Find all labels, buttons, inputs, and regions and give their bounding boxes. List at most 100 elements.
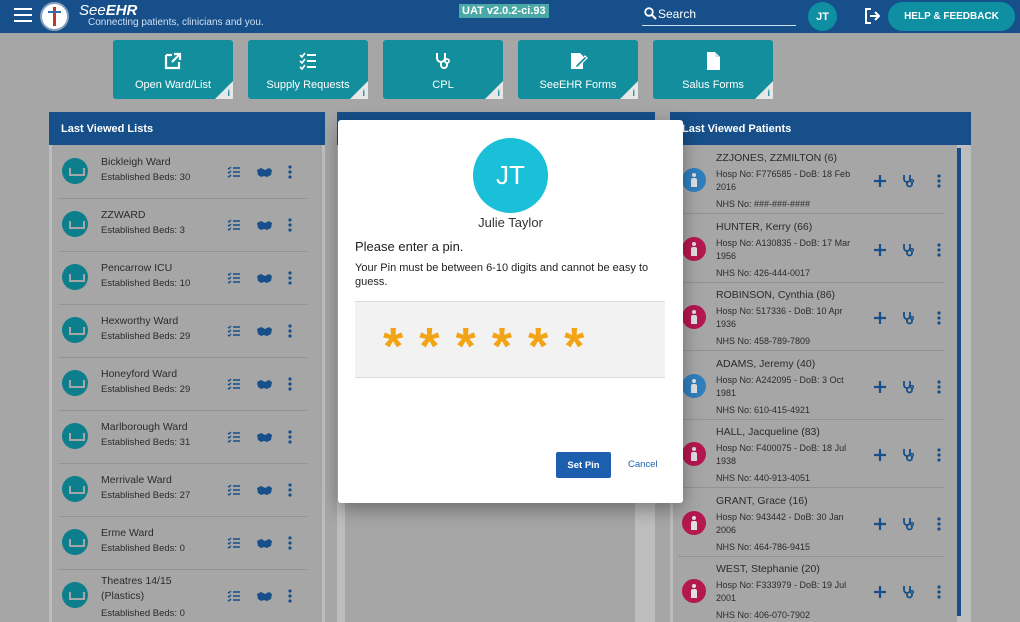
user-avatar[interactable]: JT (808, 2, 837, 31)
more-vert-icon[interactable] (936, 379, 942, 394)
tile-cpl[interactable]: CPL i (383, 40, 503, 99)
ward-list-item[interactable]: Merrivale Ward Established Beds: 27 (59, 465, 307, 517)
stethoscope-icon[interactable] (902, 585, 916, 599)
handover-icon[interactable] (256, 430, 273, 444)
handover-icon[interactable] (256, 377, 273, 391)
cancel-button[interactable]: Cancel (628, 459, 658, 470)
search-box[interactable] (642, 3, 796, 26)
add-icon[interactable] (873, 243, 887, 257)
patient-hosp-dob: Hosp No: F776585 - DoB: 18 Feb 2016 (716, 169, 851, 192)
info-icon[interactable]: i (632, 88, 635, 98)
list-icon[interactable] (227, 218, 241, 232)
info-corner[interactable] (755, 81, 773, 99)
list-icon[interactable] (227, 324, 241, 338)
pin-field[interactable] (355, 301, 665, 378)
tile-seeehr-forms[interactable]: SeeEHR Forms i (518, 40, 638, 99)
pin-input[interactable] (355, 302, 665, 377)
stethoscope-icon[interactable] (902, 174, 916, 188)
stethoscope-icon[interactable] (902, 311, 916, 325)
ward-list-item[interactable]: Marlborough Ward Established Beds: 31 (59, 412, 307, 464)
logout-icon[interactable] (864, 8, 882, 24)
tile-salus-forms[interactable]: Salus Forms i (653, 40, 773, 99)
menu-icon[interactable] (14, 8, 32, 24)
info-icon[interactable]: i (362, 88, 365, 98)
more-vert-icon[interactable] (287, 165, 293, 179)
info-icon[interactable]: i (227, 88, 230, 98)
brand-tagline: Connecting patients, clinicians and you. (88, 17, 264, 28)
handover-icon[interactable] (256, 536, 273, 550)
add-icon[interactable] (873, 311, 887, 325)
tile-supply-requests[interactable]: Supply Requests i (248, 40, 368, 99)
set-pin-button[interactable]: Set Pin (556, 452, 611, 478)
more-vert-icon[interactable] (287, 483, 293, 497)
patient-list-item[interactable]: WEST, Stephanie (20) Hosp No: F333979 - D… (678, 557, 944, 622)
ward-name: Merrivale Ward (101, 474, 172, 486)
patient-list-item[interactable]: ADAMS, Jeremy (40) Hosp No: A242095 - DoB… (678, 352, 944, 420)
add-icon[interactable] (873, 517, 887, 531)
list-icon[interactable] (227, 165, 241, 179)
more-vert-icon[interactable] (287, 589, 293, 603)
add-icon[interactable] (873, 380, 887, 394)
help-feedback-button[interactable]: HELP & FEEDBACK (888, 2, 1015, 31)
add-icon[interactable] (873, 585, 887, 599)
stethoscope-icon (436, 53, 450, 69)
stethoscope-icon[interactable] (902, 448, 916, 462)
patient-list-item[interactable]: ROBINSON, Cynthia (86) Hosp No: 517336 - … (678, 283, 944, 351)
patient-list-item[interactable]: HALL, Jacqueline (83) Hosp No: F400075 - … (678, 420, 944, 488)
stethoscope-icon[interactable] (902, 243, 916, 257)
handover-icon[interactable] (256, 165, 273, 179)
more-vert-icon[interactable] (936, 585, 942, 599)
ward-list-item[interactable]: Hexworthy Ward Established Beds: 29 (59, 306, 307, 358)
list-icon[interactable] (227, 536, 241, 550)
list-icon[interactable] (227, 483, 241, 497)
info-corner[interactable] (620, 81, 638, 99)
add-icon[interactable] (873, 174, 887, 188)
patient-list-item[interactable]: GRANT, Grace (16) Hosp No: 943442 - DoB: … (678, 489, 944, 557)
handover-icon[interactable] (256, 218, 273, 232)
handover-icon[interactable] (256, 271, 273, 285)
more-vert-icon[interactable] (287, 536, 293, 550)
more-vert-icon[interactable] (936, 174, 942, 188)
handover-icon[interactable] (256, 324, 273, 338)
more-vert-icon[interactable] (287, 271, 293, 285)
more-vert-icon[interactable] (287, 324, 293, 338)
tile-open-ward-list[interactable]: Open Ward/List i (113, 40, 233, 99)
patient-list-item[interactable]: HUNTER, Kerry (66) Hosp No: A130835 - DoB… (678, 215, 944, 283)
more-vert-icon[interactable] (936, 311, 942, 325)
list-icon[interactable] (227, 271, 241, 285)
form-edit-icon (571, 53, 588, 69)
top-bar: SeeEHR Connecting patients, clinicians a… (0, 0, 1020, 33)
ward-list-item[interactable]: Erme Ward Established Beds: 0 (59, 518, 307, 570)
handover-icon[interactable] (256, 483, 273, 497)
patient-hosp-dob: Hosp No: A242095 - DoB: 3 Oct 1981 (716, 374, 844, 398)
list-icon[interactable] (227, 589, 241, 603)
info-icon[interactable]: i (767, 88, 770, 98)
search-input[interactable] (658, 5, 794, 23)
ward-list-item[interactable]: Honeyford Ward Established Beds: 29 (59, 359, 307, 411)
ward-list-item[interactable]: Pencarrow ICU Established Beds: 10 (59, 253, 307, 305)
ward-beds: Established Beds: 27 (101, 490, 191, 501)
more-vert-icon[interactable] (287, 430, 293, 444)
more-vert-icon[interactable] (936, 516, 942, 531)
ward-name: ZZWARD (101, 209, 146, 221)
handover-icon[interactable] (256, 589, 273, 603)
stethoscope-icon[interactable] (902, 517, 916, 531)
info-corner[interactable] (215, 81, 233, 99)
patient-list-item[interactable]: ZZJONES, ZZMILTON (6) Hosp No: F776585 - … (678, 146, 944, 214)
info-corner[interactable] (485, 81, 503, 99)
more-vert-icon[interactable] (936, 448, 942, 462)
info-corner[interactable] (350, 81, 368, 99)
list-icon[interactable] (227, 430, 241, 444)
info-icon[interactable]: i (497, 88, 500, 98)
seeehr-logo[interactable] (40, 2, 69, 31)
list-icon[interactable] (227, 377, 241, 391)
more-vert-icon[interactable] (287, 218, 293, 232)
more-vert-icon[interactable] (287, 377, 293, 391)
stethoscope-icon[interactable] (902, 380, 916, 394)
ward-list-item[interactable]: Theatres 14/15 (Plastics) Established Bed… (59, 571, 307, 622)
scrollbar[interactable] (957, 148, 961, 616)
ward-list-item[interactable]: ZZWARD Established Beds: 3 (59, 200, 307, 252)
add-icon[interactable] (873, 448, 887, 462)
ward-list-item[interactable]: Bickleigh Ward Established Beds: 30 (59, 147, 307, 199)
more-vert-icon[interactable] (936, 242, 942, 257)
